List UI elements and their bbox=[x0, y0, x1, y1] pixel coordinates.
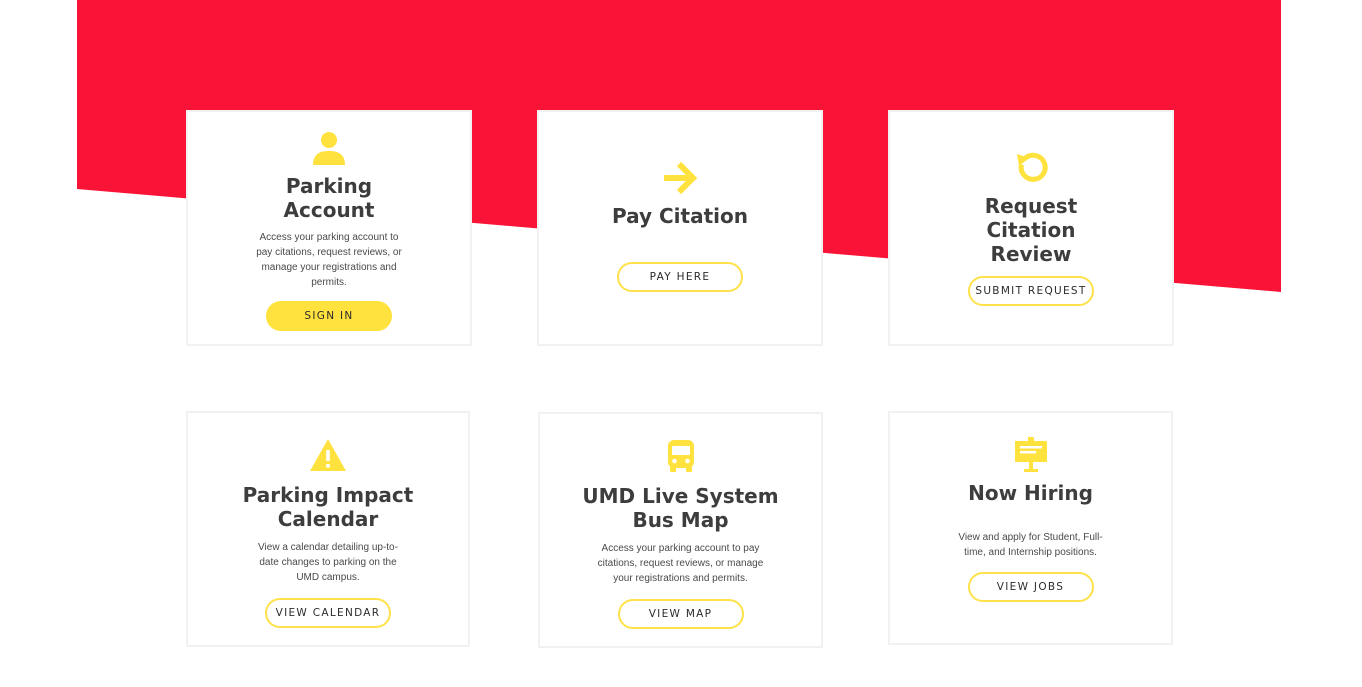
title-line: Now Hiring bbox=[968, 481, 1093, 505]
card-title: UMD Live System Bus Map bbox=[582, 484, 778, 532]
card-umd-bus-map: UMD Live System Bus Map Access your park… bbox=[538, 412, 823, 648]
view-map-button[interactable]: VIEW MAP bbox=[617, 599, 744, 629]
card-pay-citation: Pay Citation PAY HERE bbox=[537, 110, 823, 346]
description-line: permits. bbox=[311, 277, 347, 288]
title-line: Parking Impact bbox=[242, 483, 414, 507]
sign-in-button[interactable]: SIGN IN bbox=[266, 301, 392, 331]
description-line: Access your parking account to pay bbox=[601, 543, 760, 554]
description-line: pay citations, request reviews, or bbox=[256, 247, 402, 258]
description-line: View a calendar detailing up-to- bbox=[258, 542, 398, 553]
title-line: Request bbox=[984, 194, 1078, 218]
view-jobs-button[interactable]: VIEW JOBS bbox=[967, 572, 1094, 602]
title-line: Parking bbox=[285, 174, 373, 198]
card-title: Parking Account bbox=[284, 174, 375, 222]
pay-here-button[interactable]: PAY HERE bbox=[617, 262, 743, 292]
card-parking-account: Parking Account Access your parking acco… bbox=[186, 110, 472, 346]
card-description: View a calendar detailing up-to- date ch… bbox=[258, 540, 398, 585]
job-sign-icon bbox=[1014, 437, 1048, 473]
card-parking-impact-calendar: Parking Impact Calendar View a calendar … bbox=[186, 411, 470, 647]
description-line: time, and Internship positions. bbox=[964, 547, 1097, 558]
card-request-citation-review: Request Citation Review SUBMIT REQUEST bbox=[888, 110, 1174, 346]
card-description: Access your parking account to pay citat… bbox=[256, 230, 402, 290]
card-now-hiring: Now Hiring View and apply for Student, F… bbox=[888, 411, 1173, 645]
card-title: Request Citation Review bbox=[985, 194, 1078, 266]
description-line: UMD campus. bbox=[296, 572, 360, 583]
description-line: citations, request reviews, or manage bbox=[597, 558, 764, 569]
card-description: Access your parking account to pay citat… bbox=[598, 541, 764, 586]
bus-icon bbox=[666, 438, 696, 474]
card-title: Now Hiring bbox=[968, 481, 1093, 505]
title-line: Calendar bbox=[277, 507, 379, 531]
submit-request-button[interactable]: SUBMIT REQUEST bbox=[968, 276, 1094, 306]
card-title: Pay Citation bbox=[612, 204, 748, 228]
title-line: Citation bbox=[986, 218, 1076, 242]
title-line: Pay Citation bbox=[612, 204, 748, 228]
description-line: manage your registrations and bbox=[261, 262, 397, 273]
title-line: Bus Map bbox=[632, 508, 729, 532]
description-line: date changes to parking on the bbox=[259, 557, 397, 568]
refresh-icon bbox=[1013, 150, 1049, 186]
title-line: Review bbox=[990, 242, 1072, 266]
view-calendar-button[interactable]: VIEW CALENDAR bbox=[265, 598, 391, 628]
description-line: View and apply for Student, Full- bbox=[958, 532, 1103, 543]
card-title: Parking Impact Calendar bbox=[243, 483, 414, 531]
card-description: View and apply for Student, Full- time, … bbox=[958, 530, 1102, 560]
warning-icon bbox=[309, 437, 347, 473]
title-line: UMD Live System bbox=[582, 484, 779, 508]
description-line: your registrations and permits. bbox=[613, 573, 748, 584]
title-line: Account bbox=[283, 198, 375, 222]
arrow-right-icon bbox=[661, 160, 699, 196]
description-line: Access your parking account to bbox=[259, 232, 399, 243]
person-icon bbox=[311, 130, 347, 166]
